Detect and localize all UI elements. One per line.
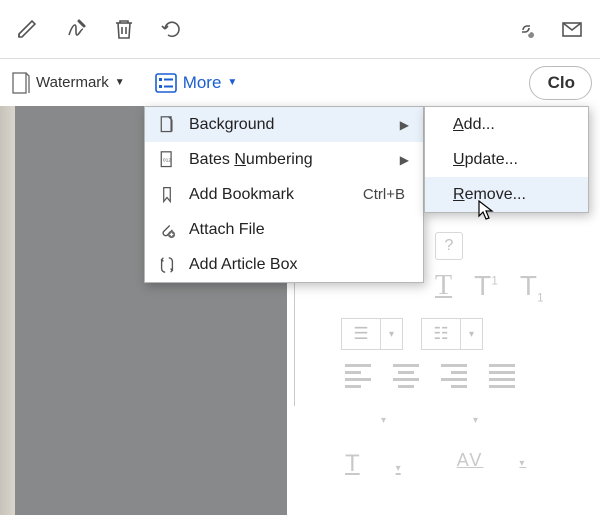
link-cloud-icon[interactable] [512, 15, 540, 43]
menu-item-label: Add Article Box [189, 256, 411, 274]
menu-item-background[interactable]: Background ▶ [145, 107, 423, 142]
sign-icon[interactable] [62, 15, 90, 43]
attach-icon [157, 220, 177, 240]
article-icon [157, 255, 177, 275]
caret-down-icon: ▼ [227, 77, 237, 88]
svg-text:012: 012 [163, 157, 171, 163]
menu-item-label: Bates Numbering [189, 151, 388, 169]
caret-down-icon: ▼ [115, 77, 125, 88]
menu-item-label: Attach File [189, 221, 411, 239]
envelope-icon[interactable] [558, 15, 586, 43]
watermark-label: Watermark [36, 74, 109, 91]
rotate-icon[interactable] [158, 15, 186, 43]
menu-item-add-bookmark[interactable]: Add Bookmark Ctrl+B [145, 177, 423, 212]
submenu-item-add[interactable]: Add... [425, 107, 588, 142]
page-icon [157, 115, 177, 135]
submenu-item-update[interactable]: Update... [425, 142, 588, 177]
document-thumbnail-strip [0, 106, 15, 515]
more-label: More [183, 73, 222, 93]
close-button[interactable]: Clo [529, 66, 592, 100]
toolbar-left-group [8, 15, 186, 43]
top-toolbar [0, 0, 600, 58]
mouse-cursor-icon [478, 200, 496, 226]
secondary-toolbar: Watermark ▼ More ▼ Clo [0, 59, 600, 106]
background-submenu: Add... Update... Remove... [424, 106, 589, 213]
page-icon [12, 72, 30, 94]
watermark-dropdown[interactable]: Watermark ▼ [8, 70, 129, 96]
menu-item-add-article-box[interactable]: Add Article Box [145, 247, 423, 282]
toolbar-right-group [512, 15, 592, 43]
menu-item-label: Background [189, 116, 388, 134]
list-icon [155, 73, 177, 93]
more-menu: Background ▶ 012 Bates Numbering ▶ Add B… [144, 106, 424, 283]
submenu-arrow-icon: ▶ [400, 118, 411, 132]
menu-item-attach-file[interactable]: Attach File [145, 212, 423, 247]
submenu-arrow-icon: ▶ [400, 153, 411, 167]
menu-item-label: Remove... [453, 186, 576, 204]
menu-item-label: Add Bookmark [189, 186, 351, 204]
menu-item-label: Update... [453, 151, 576, 169]
trash-icon[interactable] [110, 15, 138, 43]
menu-item-label: Add... [453, 116, 576, 134]
more-dropdown[interactable]: More ▼ [155, 73, 238, 93]
menu-item-bates-numbering[interactable]: 012 Bates Numbering ▶ [145, 142, 423, 177]
close-label: Clo [548, 73, 575, 93]
bates-icon: 012 [157, 150, 177, 170]
menu-item-shortcut: Ctrl+B [363, 186, 411, 203]
submenu-item-remove[interactable]: Remove... [425, 177, 588, 212]
bookmark-icon [157, 185, 177, 205]
pencil-icon[interactable] [14, 15, 42, 43]
